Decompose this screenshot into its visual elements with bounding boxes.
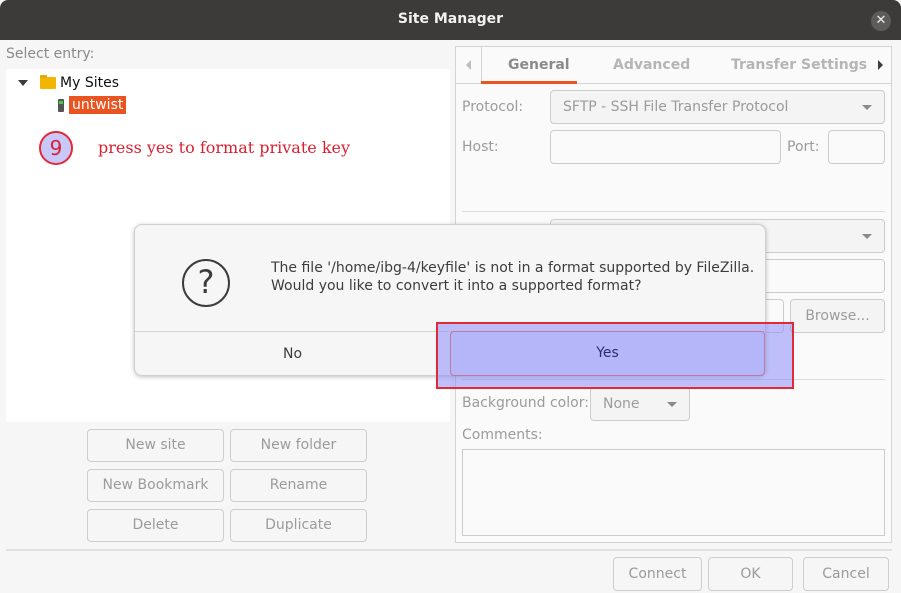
section-divider	[462, 211, 885, 212]
tab-scroll-left-icon[interactable]	[466, 60, 471, 70]
host-label: Host:	[462, 139, 499, 155]
tab-transfer-settings[interactable]: Transfer Settings	[731, 57, 867, 73]
tree-item-label: untwist	[69, 96, 127, 114]
dialog-message: The file '/home/ibg-4/keyfile' is not in…	[271, 259, 754, 295]
port-label: Port:	[787, 139, 820, 155]
tab-advanced[interactable]: Advanced	[613, 57, 690, 73]
tree-item-untwist[interactable]: untwist	[58, 94, 127, 116]
tree-item-my-sites[interactable]: My Sites	[18, 72, 119, 94]
folder-icon	[40, 75, 56, 89]
protocol-select[interactable]: SFTP - SSH File Transfer Protocol	[550, 90, 885, 124]
delete-button[interactable]: Delete	[87, 509, 224, 542]
ok-button[interactable]: OK	[708, 557, 793, 591]
new-site-button[interactable]: New site	[87, 429, 224, 462]
chevron-down-icon	[862, 234, 872, 239]
annotation-step-badge: 9	[39, 131, 73, 165]
tab-scroll-right-icon[interactable]	[878, 60, 883, 70]
port-input[interactable]	[828, 130, 885, 164]
close-icon[interactable]: ✕	[871, 11, 891, 31]
tab-divider	[481, 47, 482, 84]
server-icon	[58, 98, 64, 112]
chevron-down-icon	[667, 402, 677, 407]
dialog-message-line-1: The file '/home/ibg-4/keyfile' is not in…	[271, 260, 755, 276]
background-color-label: Background color:	[462, 395, 589, 411]
duplicate-button[interactable]: Duplicate	[230, 509, 367, 542]
background-color-value: None	[603, 396, 640, 412]
footer-divider	[6, 549, 892, 551]
annotation-text: press yes to format private key	[98, 138, 351, 157]
question-icon: ?	[182, 259, 230, 307]
tab-bar: General Advanced Transfer Settings	[456, 47, 891, 84]
tree-item-label: My Sites	[60, 75, 119, 91]
browse-button[interactable]: Browse...	[790, 299, 885, 333]
host-input[interactable]	[550, 130, 781, 164]
expander-icon[interactable]	[18, 80, 28, 86]
background-color-select[interactable]: None	[590, 387, 690, 421]
cancel-button[interactable]: Cancel	[803, 557, 889, 591]
new-bookmark-button[interactable]: New Bookmark	[87, 469, 224, 502]
yes-button[interactable]: Yes	[450, 331, 765, 376]
active-tab-indicator	[481, 81, 577, 84]
comments-textarea[interactable]	[462, 449, 885, 536]
rename-button[interactable]: Rename	[230, 469, 367, 502]
new-folder-button[interactable]: New folder	[230, 429, 367, 462]
connect-button[interactable]: Connect	[613, 557, 702, 591]
select-entry-label: Select entry:	[6, 46, 95, 62]
no-button[interactable]: No	[135, 332, 450, 376]
protocol-value: SFTP - SSH File Transfer Protocol	[563, 99, 789, 115]
tab-general[interactable]: General	[508, 57, 570, 73]
dialog-message-line-2: Would you like to convert it into a supp…	[271, 278, 642, 294]
comments-label: Comments:	[462, 427, 543, 443]
window-title: Site Manager	[397, 11, 504, 27]
chevron-down-icon	[862, 105, 872, 110]
protocol-label: Protocol:	[462, 99, 524, 115]
title-bar: Site Manager ✕	[0, 0, 901, 40]
